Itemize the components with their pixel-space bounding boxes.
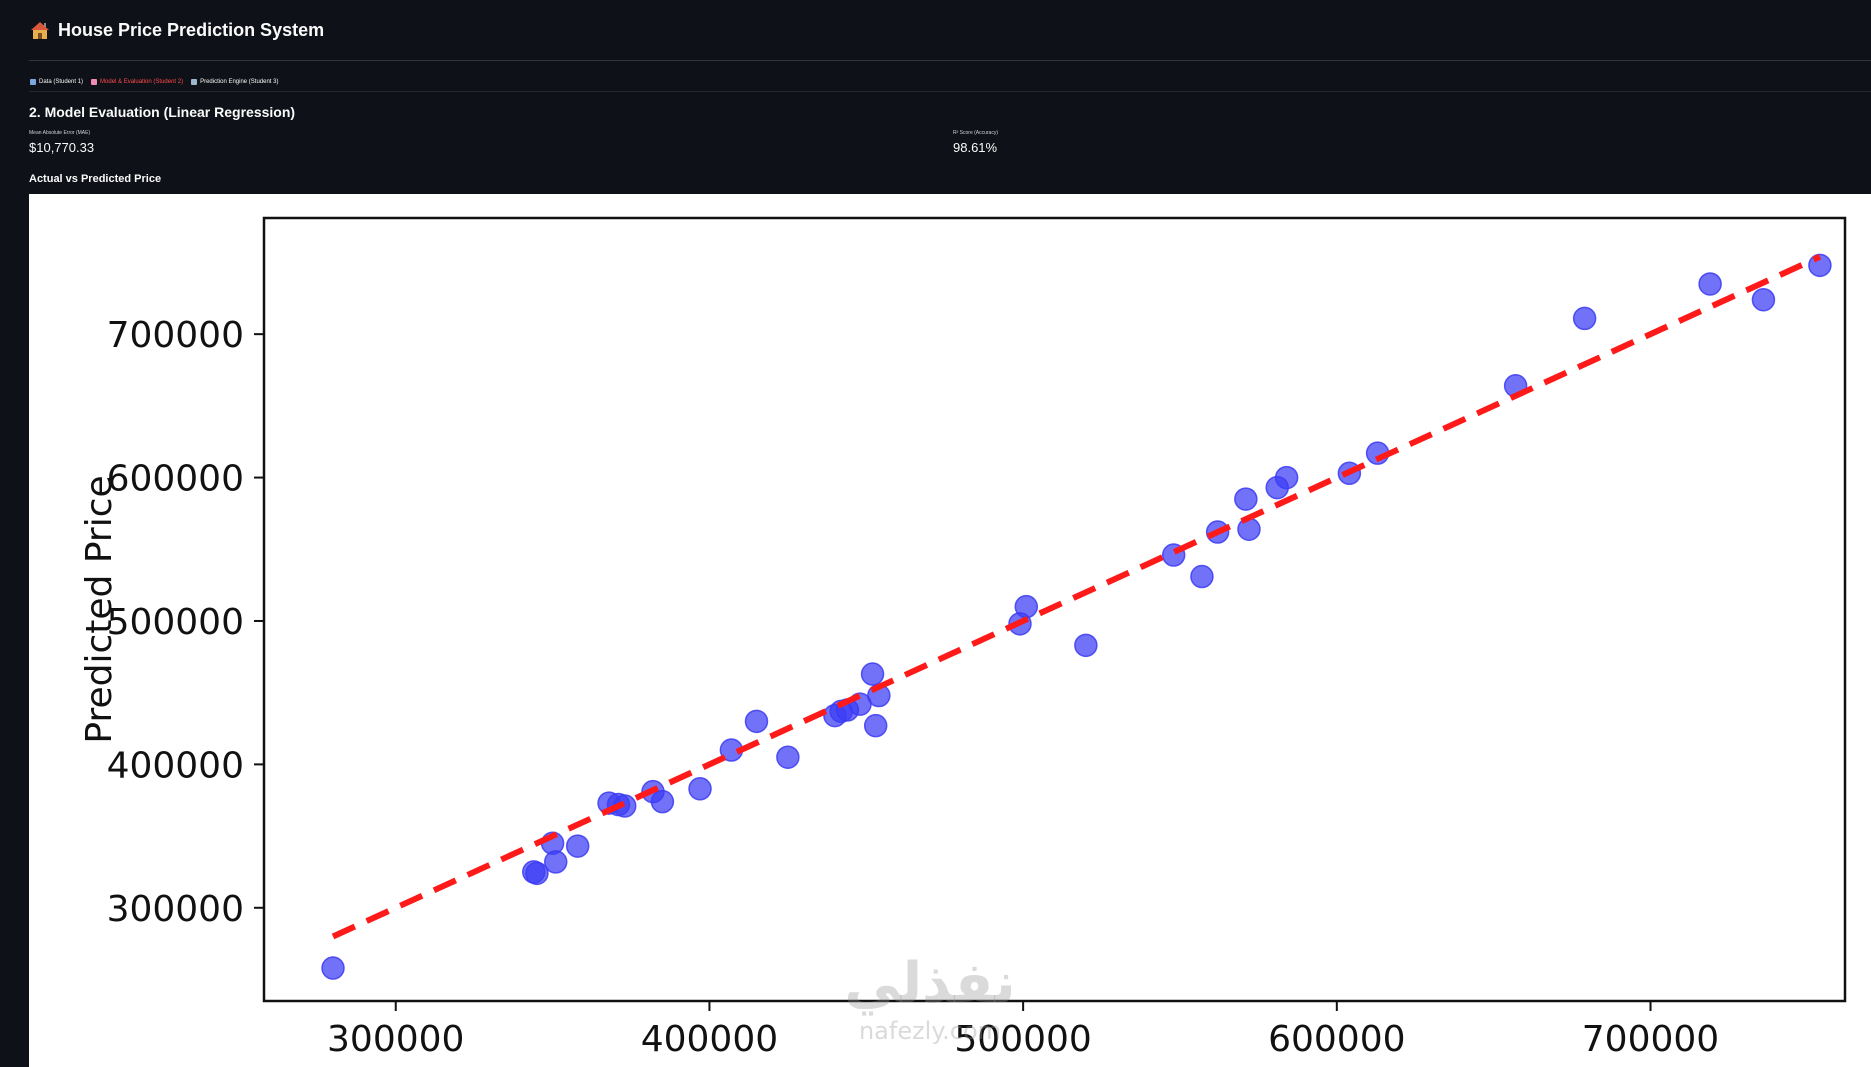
y-tick-label: 600000: [107, 459, 244, 500]
brain-icon: [91, 79, 98, 85]
x-tick-label: 500000: [954, 1019, 1091, 1060]
data-point: [1074, 633, 1098, 658]
section-title: 2. Model Evaluation (Linear Regression): [29, 104, 296, 120]
y-tick-label: 500000: [107, 602, 244, 643]
data-point: [860, 662, 885, 686]
metric-value: $10,770.33: [29, 140, 95, 155]
table-icon: [30, 79, 36, 85]
tab-prediction-engine[interactable]: Prediction Engine (Student 3): [191, 78, 278, 86]
fit-line: [331, 253, 1822, 940]
metric-r2: R² Score (Accuracy) 98.61%: [953, 130, 998, 155]
y-axis-label: Predicted Price: [79, 475, 120, 743]
data-point: [1751, 287, 1776, 312]
tab-label: Model & Evaluation (Student 2): [100, 79, 184, 85]
house-icon: [31, 22, 49, 39]
calculator-icon: [191, 79, 198, 85]
data-point: [650, 789, 675, 814]
tab-label: Data (Student 1): [39, 79, 84, 85]
data-point: [543, 850, 568, 874]
header-divider: [29, 60, 1871, 61]
data-point: [1190, 564, 1214, 589]
chart-subheader: Actual vs Predicted Price: [29, 173, 162, 185]
tab-divider: [29, 91, 1871, 92]
data-point: [776, 745, 800, 769]
x-tick-label: 400000: [641, 1019, 778, 1060]
data-point: [321, 956, 345, 980]
y-tick-label: 300000: [107, 889, 244, 930]
tab-model-evaluation[interactable]: Model & Evaluation (Student 2): [91, 78, 183, 86]
data-point: [565, 834, 590, 858]
metric-value: 98.61%: [953, 140, 998, 155]
x-tick-label: 600000: [1268, 1019, 1405, 1060]
data-point: [688, 777, 712, 801]
app-title: House Price Prediction System: [58, 19, 325, 40]
tab-label: Prediction Engine (Student 3): [200, 79, 279, 85]
chart-panel: 300000 400000 500000 600000 700000 300000 4000…: [29, 194, 1871, 1067]
metric-label: R² Score (Accuracy): [953, 130, 999, 136]
tab-data[interactable]: Data (Student 1): [30, 78, 83, 86]
tab-bar: Data (Student 1) Model & Evaluation (Stu…: [30, 78, 278, 86]
app-header: House Price Prediction System: [30, 16, 324, 44]
x-tick-label: 700000: [1582, 1019, 1719, 1060]
x-tick-label: 300000: [327, 1019, 464, 1060]
y-tick-label: 400000: [107, 745, 244, 786]
data-point: [744, 709, 769, 734]
metric-label: Mean Absolute Error (MAE): [29, 130, 91, 136]
data-point: [1014, 594, 1039, 619]
y-tick-label: 700000: [107, 315, 244, 356]
data-point: [1237, 517, 1261, 541]
scatter-chart: 300000 400000 500000 600000 700000 300000 4000…: [79, 216, 1847, 1060]
data-point: [1234, 487, 1258, 511]
metric-mae: Mean Absolute Error (MAE) $10,770.33: [29, 130, 94, 155]
data-point: [1274, 465, 1299, 490]
data-point: [1572, 306, 1597, 331]
data-point: [863, 713, 888, 738]
data-point: [1698, 272, 1722, 296]
